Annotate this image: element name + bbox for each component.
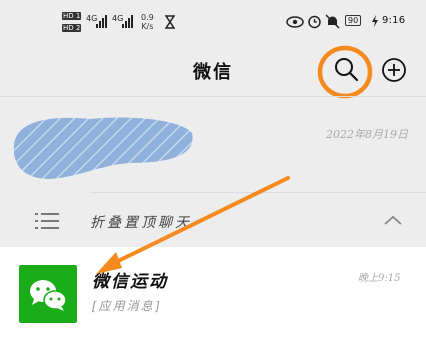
- battery-level: 90: [345, 15, 362, 26]
- avatar: [19, 265, 77, 323]
- list-icon: [35, 213, 59, 229]
- alarm-icon: [308, 15, 321, 29]
- status-bar: HD 1 HD 2 4G 4G 0.9 K/s 90 9:16: [0, 0, 426, 44]
- add-button[interactable]: [380, 56, 408, 84]
- hourglass-icon: [165, 15, 175, 29]
- mute-bell-icon: [325, 14, 340, 29]
- folded-chats-label: 折叠置顶聊天: [90, 215, 192, 231]
- redaction-scribble: [13, 117, 193, 179]
- net-speed-value: 0.9: [141, 13, 154, 22]
- net-speed-unit: K/s: [141, 22, 154, 31]
- charging-icon: [372, 15, 378, 27]
- conversation-date: 2022年8月19日: [326, 128, 408, 141]
- sim1-label: HD 1: [62, 12, 82, 20]
- chevron-up-icon[interactable]: [382, 213, 404, 227]
- eye-icon: [286, 16, 304, 28]
- signal-icon: [122, 15, 133, 28]
- annotation-circle: [317, 45, 373, 99]
- folded-chats-row[interactable]: 折叠置顶聊天: [0, 193, 426, 247]
- chat-preview: [应用消息]: [92, 299, 162, 313]
- list-item[interactable]: 微信运动 [应用消息] 晚上9:15: [0, 247, 426, 344]
- clock: 9:16: [382, 15, 406, 26]
- sim2-label: HD 2: [62, 24, 82, 32]
- chat-title: 微信运动: [92, 272, 168, 292]
- chat-time: 晚上9:15: [358, 273, 401, 284]
- signal-icon: [96, 15, 107, 28]
- wechat-logo-icon: [30, 280, 67, 311]
- list-item[interactable]: 2022年8月19日: [0, 97, 426, 192]
